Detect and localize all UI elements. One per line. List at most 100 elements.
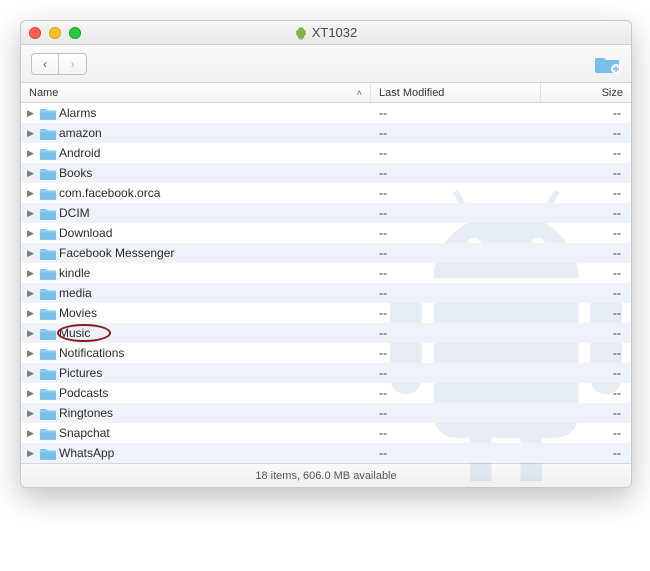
table-row[interactable]: ▶Facebook Messenger---- xyxy=(21,243,631,263)
cell-name: ▶Music xyxy=(21,326,371,340)
cell-size: -- xyxy=(541,246,631,260)
disclosure-triangle-icon[interactable]: ▶ xyxy=(27,448,37,459)
cell-name: ▶ Ringtones xyxy=(21,406,371,420)
item-name: Movies xyxy=(59,306,97,320)
table-row[interactable]: ▶ DCIM ---- xyxy=(21,203,631,223)
disclosure-triangle-icon[interactable]: ▶ xyxy=(27,308,37,319)
column-header-name[interactable]: Name ˄ xyxy=(21,83,371,102)
folder-icon xyxy=(40,167,56,180)
cell-modified: -- xyxy=(371,446,541,460)
disclosure-triangle-icon[interactable]: ▶ xyxy=(27,248,37,259)
forward-button[interactable]: › xyxy=(59,53,87,75)
disclosure-triangle-icon[interactable]: ▶ xyxy=(27,268,37,279)
table-row[interactable]: ▶Alarms---- xyxy=(21,103,631,123)
table-row[interactable]: ▶ Pictures ---- xyxy=(21,363,631,383)
maximize-icon[interactable] xyxy=(69,27,81,39)
cell-modified: -- xyxy=(371,286,541,300)
disclosure-triangle-icon[interactable]: ▶ xyxy=(27,128,37,139)
disclosure-triangle-icon[interactable]: ▶ xyxy=(27,148,37,159)
cell-name: ▶ Movies xyxy=(21,306,371,320)
item-name: DCIM xyxy=(59,206,90,220)
item-name: Snapchat xyxy=(59,426,110,440)
disclosure-triangle-icon[interactable]: ▶ xyxy=(27,108,37,119)
cell-name: ▶amazon xyxy=(21,126,371,140)
cell-size: -- xyxy=(541,326,631,340)
new-folder-icon[interactable] xyxy=(595,54,621,74)
cell-modified: -- xyxy=(371,266,541,280)
folder-icon xyxy=(40,347,56,360)
cell-size: -- xyxy=(541,266,631,280)
folder-icon xyxy=(40,207,56,220)
disclosure-triangle-icon[interactable]: ▶ xyxy=(27,408,37,419)
cell-name: ▶ Download xyxy=(21,226,371,240)
column-header-modified[interactable]: Last Modified xyxy=(371,83,541,102)
cell-modified: -- xyxy=(371,106,541,120)
cell-modified: -- xyxy=(371,206,541,220)
cell-name: ▶Books xyxy=(21,166,371,180)
table-row[interactable]: ▶com.facebook.orca---- xyxy=(21,183,631,203)
disclosure-triangle-icon[interactable]: ▶ xyxy=(27,288,37,299)
cell-modified: -- xyxy=(371,186,541,200)
folder-icon xyxy=(40,287,56,300)
close-icon[interactable] xyxy=(29,27,41,39)
cell-name: ▶ Pictures xyxy=(21,366,371,380)
item-name: Pictures xyxy=(59,366,102,380)
cell-modified: -- xyxy=(371,386,541,400)
column-header-size[interactable]: Size xyxy=(541,83,631,102)
sort-indicator-icon: ˄ xyxy=(357,88,362,98)
cell-name: ▶Podcasts xyxy=(21,386,371,400)
disclosure-triangle-icon[interactable]: ▶ xyxy=(27,368,37,379)
folder-icon xyxy=(40,127,56,140)
folder-icon xyxy=(40,367,56,380)
cell-modified: -- xyxy=(371,126,541,140)
table-row[interactable]: ▶media---- xyxy=(21,283,631,303)
item-name: Ringtones xyxy=(59,406,113,420)
folder-icon xyxy=(40,107,56,120)
titlebar[interactable]: XT1032 xyxy=(21,21,631,45)
disclosure-triangle-icon[interactable]: ▶ xyxy=(27,428,37,439)
table-row[interactable]: ▶kindle---- xyxy=(21,263,631,283)
item-name: Download xyxy=(59,226,112,240)
cell-size: -- xyxy=(541,386,631,400)
cell-modified: -- xyxy=(371,366,541,380)
table-row[interactable]: ▶Podcasts---- xyxy=(21,383,631,403)
table-row[interactable]: ▶amazon---- xyxy=(21,123,631,143)
finder-window: XT1032 ‹ › Name ˄ Last Modified Size xyxy=(20,20,632,488)
cell-size: -- xyxy=(541,366,631,380)
column-headers: Name ˄ Last Modified Size xyxy=(21,83,631,103)
table-row[interactable]: ▶WhatsApp---- xyxy=(21,443,631,463)
table-row[interactable]: ▶Snapchat---- xyxy=(21,423,631,443)
folder-icon xyxy=(40,187,56,200)
item-name: Android xyxy=(59,146,100,160)
table-row[interactable]: ▶Movies---- xyxy=(21,303,631,323)
column-size-label: Size xyxy=(602,87,623,99)
cell-name: ▶ Facebook Messenger xyxy=(21,246,371,260)
table-row[interactable]: ▶Music---- xyxy=(21,323,631,343)
disclosure-triangle-icon[interactable]: ▶ xyxy=(27,328,37,339)
table-row[interactable]: ▶Ringtones---- xyxy=(21,403,631,423)
disclosure-triangle-icon[interactable]: ▶ xyxy=(27,388,37,399)
disclosure-triangle-icon[interactable]: ▶ xyxy=(27,188,37,199)
item-name: Facebook Messenger xyxy=(59,246,174,260)
android-icon xyxy=(295,26,307,40)
minimize-icon[interactable] xyxy=(49,27,61,39)
disclosure-triangle-icon[interactable]: ▶ xyxy=(27,168,37,179)
cell-size: -- xyxy=(541,206,631,220)
disclosure-triangle-icon[interactable]: ▶ xyxy=(27,208,37,219)
folder-icon xyxy=(40,387,56,400)
table-row[interactable]: ▶Notifications---- xyxy=(21,343,631,363)
back-button[interactable]: ‹ xyxy=(31,53,59,75)
table-row[interactable]: ▶Books---- xyxy=(21,163,631,183)
cell-modified: -- xyxy=(371,226,541,240)
cell-modified: -- xyxy=(371,166,541,180)
disclosure-triangle-icon[interactable]: ▶ xyxy=(27,348,37,359)
folder-icon xyxy=(40,147,56,160)
folder-icon xyxy=(40,407,56,420)
status-bar: 18 items, 606.0 MB available xyxy=(21,463,631,487)
table-row[interactable]: ▶Android---- xyxy=(21,143,631,163)
cell-modified: -- xyxy=(371,406,541,420)
disclosure-triangle-icon[interactable]: ▶ xyxy=(27,228,37,239)
cell-size: -- xyxy=(541,226,631,240)
table-row[interactable]: ▶ Download ---- xyxy=(21,223,631,243)
toolbar: ‹ › xyxy=(21,45,631,83)
